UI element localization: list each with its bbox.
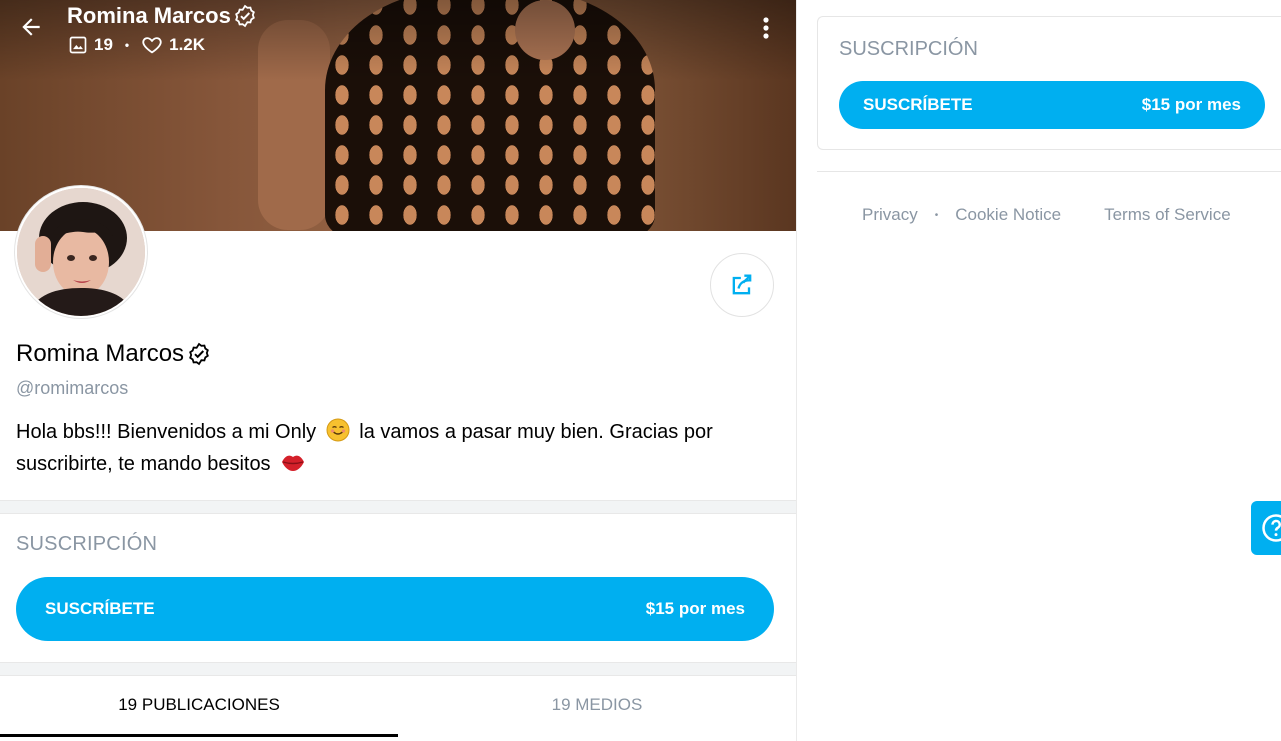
- subscribe-button-label: SUSCRÍBETE: [45, 599, 155, 618]
- heart-icon: [142, 37, 162, 54]
- avatar-image: [17, 188, 145, 316]
- more-vertical-icon: [763, 17, 769, 39]
- subscribe-button[interactable]: SUSCRÍBETE $15 por mes: [16, 577, 774, 641]
- likes-count: 1.2K: [169, 35, 206, 54]
- subscription-title: SUSCRIPCIÓN: [16, 533, 158, 555]
- tab-media[interactable]: 19 MEDIOS: [398, 675, 796, 735]
- sidebar-subscription-card: SUSCRIPCIÓN SUSCRÍBETE $15 por mes: [817, 16, 1281, 150]
- section-divider: [0, 500, 796, 514]
- terms-of-service-link[interactable]: Terms of Service: [1104, 205, 1231, 225]
- smiling-face-icon: [326, 418, 350, 442]
- profile-bio: Hola bbs!!! Bienvenidos a mi Only la vam…: [16, 416, 776, 480]
- posts-count: 19: [94, 35, 113, 54]
- share-button[interactable]: [710, 253, 774, 317]
- sidebar-subscription-title: SUSCRIPCIÓN: [839, 38, 978, 60]
- header-stats: 19 • 1.2K: [68, 34, 205, 56]
- profile-column: Romina Marcos 19 • 1.2K Romina Marcos @r…: [0, 0, 797, 741]
- tab-posts[interactable]: 19 PUBLICACIONES: [0, 675, 398, 737]
- sidebar-subscribe-label: SUSCRÍBETE: [863, 95, 973, 114]
- subscribe-price: $15 por mes: [645, 599, 745, 618]
- image-icon: [69, 36, 87, 54]
- cookie-notice-link[interactable]: Cookie Notice: [955, 205, 1061, 225]
- verified-icon: [234, 4, 255, 28]
- help-icon: [1262, 514, 1281, 542]
- sidebar-divider: [817, 171, 1281, 172]
- privacy-link[interactable]: Privacy: [862, 205, 918, 225]
- back-button[interactable]: [14, 10, 48, 44]
- footer-links: Privacy • Cookie Notice Terms of Service: [862, 205, 1231, 225]
- profile-handle[interactable]: @romimarcos: [16, 378, 128, 399]
- section-divider: [0, 662, 796, 676]
- kiss-lips-icon: [282, 455, 305, 471]
- arrow-left-icon: [22, 18, 40, 36]
- verified-icon: [189, 342, 209, 366]
- sidebar-subscribe-button[interactable]: SUSCRÍBETE $15 por mes: [839, 81, 1265, 129]
- sidebar-subscribe-price: $15 por mes: [1141, 95, 1241, 114]
- avatar[interactable]: [15, 186, 147, 318]
- more-options-button[interactable]: [752, 12, 780, 44]
- header-name: Romina Marcos: [67, 3, 257, 29]
- share-icon: [732, 274, 752, 295]
- profile-tabs: 19 PUBLICACIONES 19 MEDIOS: [0, 675, 796, 741]
- help-button[interactable]: [1251, 501, 1281, 555]
- profile-name: Romina Marcos: [16, 340, 211, 368]
